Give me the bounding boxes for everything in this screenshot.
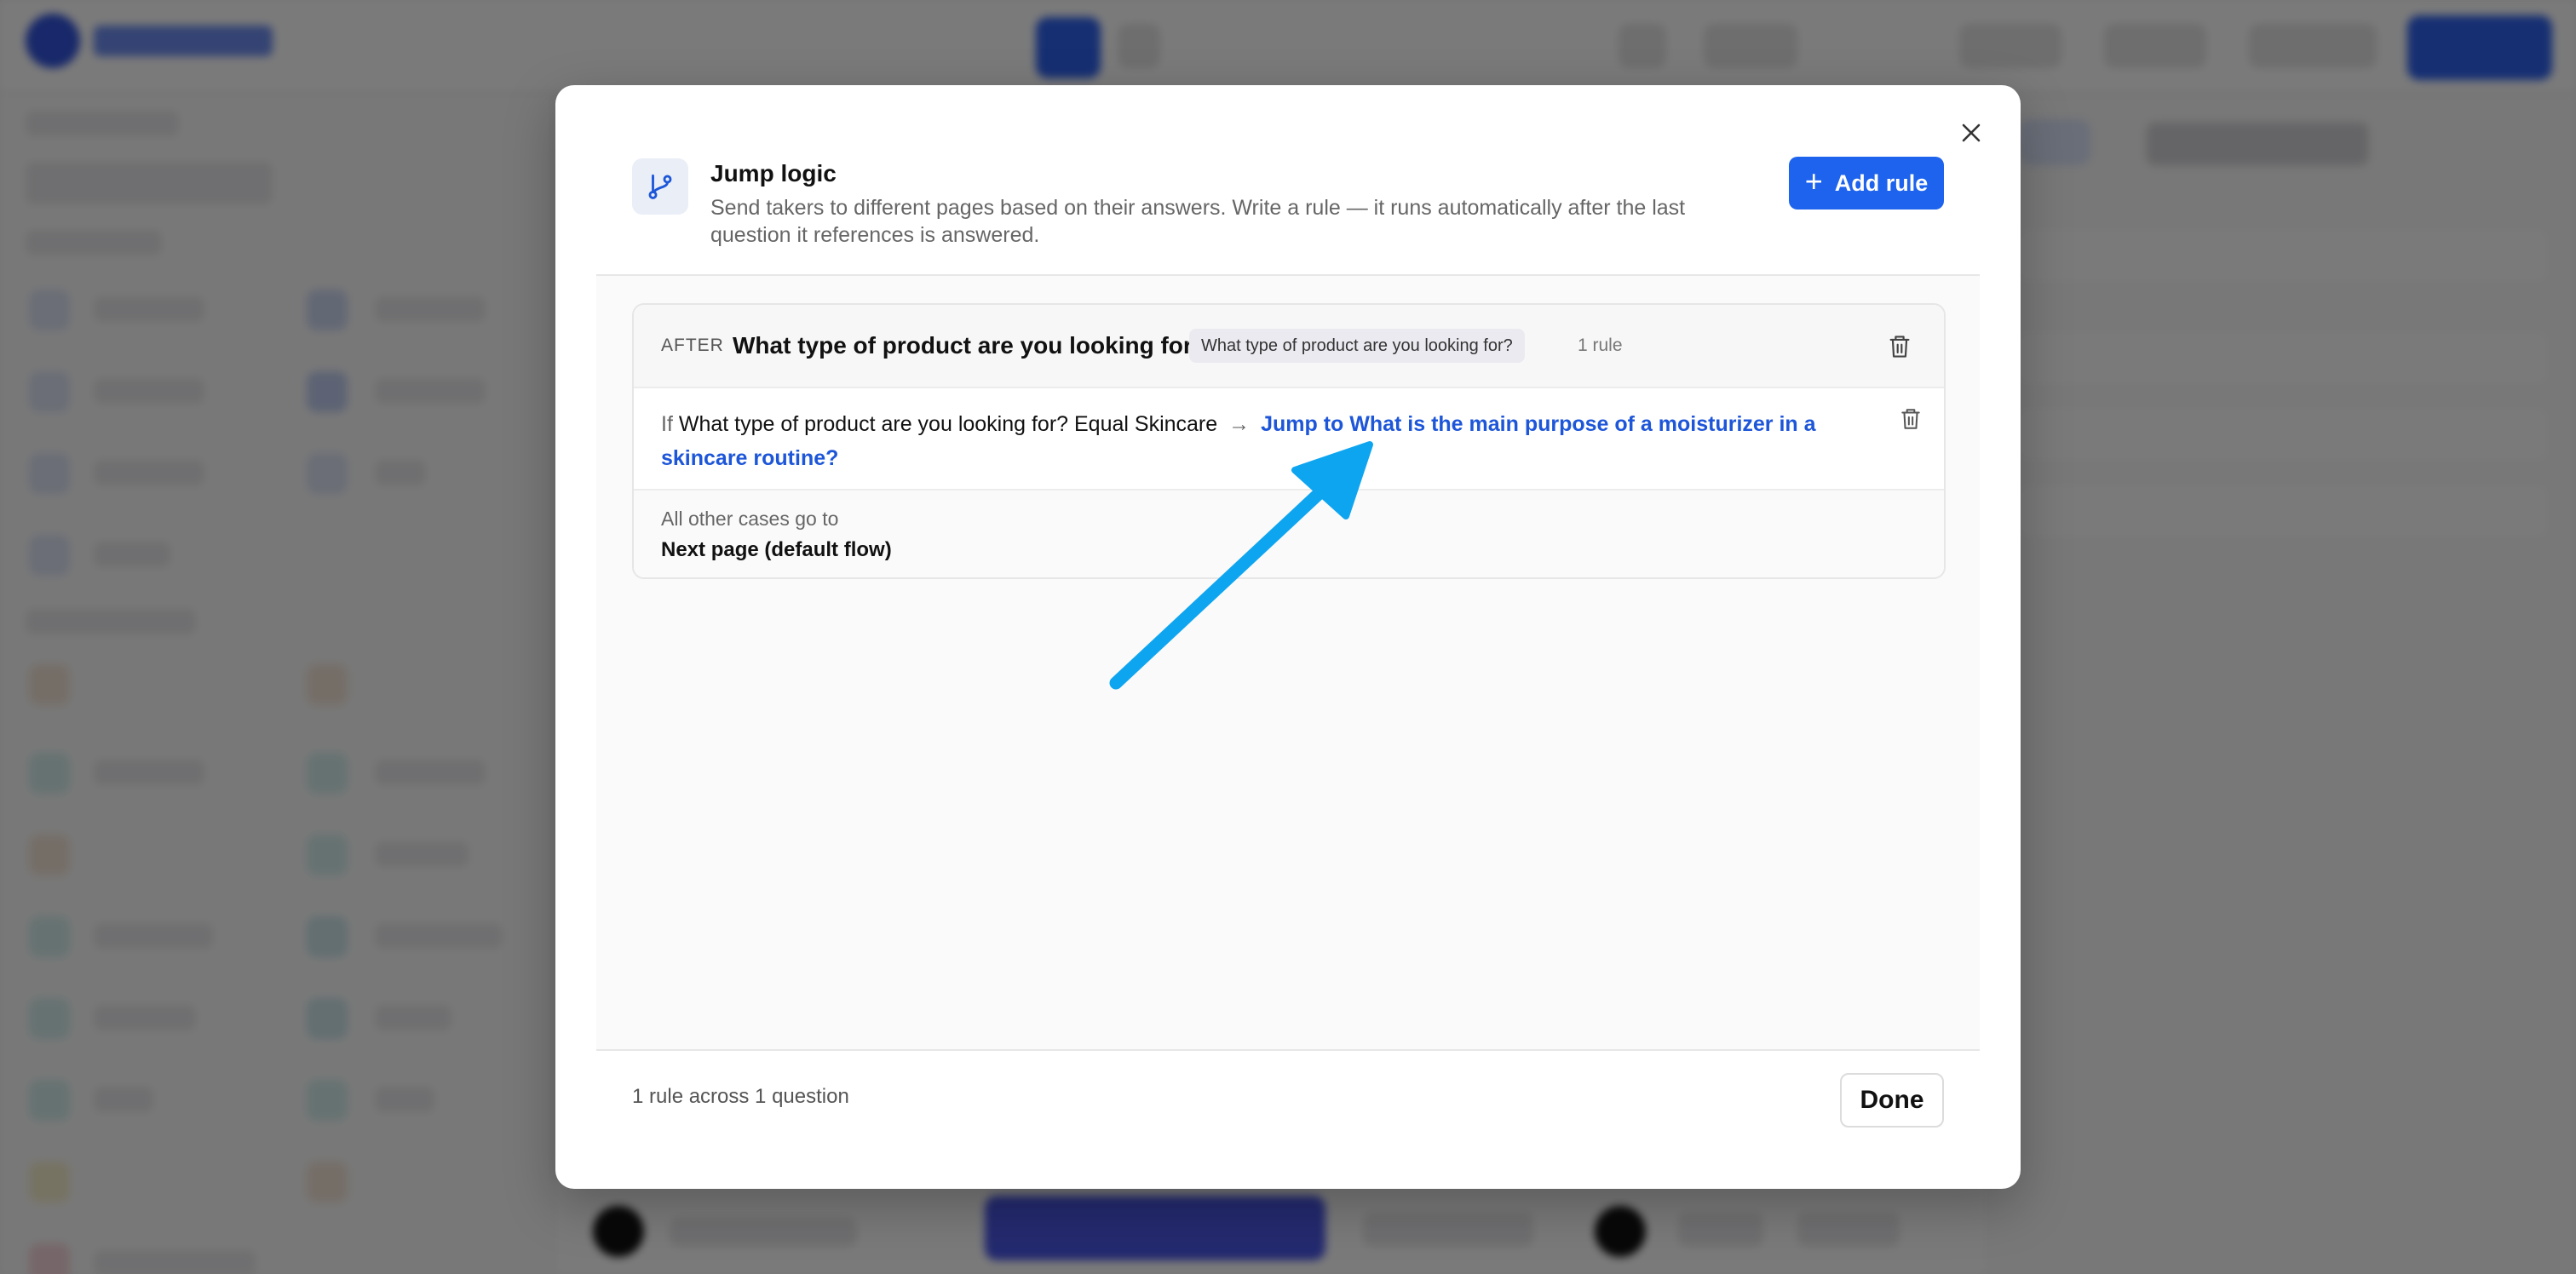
footer-divider [596, 1049, 1980, 1051]
rule-count: 1 rule [1578, 336, 1623, 355]
close-icon [1962, 123, 1981, 142]
default-flow-row: All other cases go to Next page (default… [634, 491, 1944, 577]
rule-condition: What type of product are you looking for… [678, 412, 1218, 436]
rules-summary: 1 rule across 1 question [632, 1085, 849, 1108]
arrow-right-icon: → [1228, 412, 1251, 436]
add-rule-button[interactable]: + Add rule [1789, 157, 1944, 209]
trash-icon [1889, 336, 1910, 358]
branch-icon [632, 158, 688, 215]
question-pill: What type of product are you looking for… [1189, 329, 1525, 363]
after-label: AFTER [661, 336, 724, 355]
rule-row[interactable]: If What type of product are you looking … [634, 388, 1944, 491]
trash-icon [1901, 409, 1920, 429]
plus-icon: + [1804, 164, 1823, 198]
delete-group-button[interactable] [1888, 334, 1912, 364]
close-button[interactable] [1952, 114, 1990, 152]
rule-if-label: If [661, 412, 673, 436]
rule-group-header: AFTER What type of product are you looki… [634, 305, 1944, 388]
modal-description: Send takers to different pages based on … [710, 196, 1686, 247]
modal-header: Jump logic Send takers to different page… [632, 157, 1944, 276]
group-question: What type of product are you looking for… [733, 332, 1207, 359]
delete-rule-button[interactable] [1900, 407, 1922, 435]
default-flow-value: Next page (default flow) [661, 538, 892, 561]
rule-group-card: AFTER What type of product are you looki… [632, 303, 1946, 579]
modal-title: Jump logic [710, 160, 837, 187]
default-flow-label: All other cases go to [661, 508, 839, 530]
add-rule-label: Add rule [1834, 169, 1929, 196]
done-button[interactable]: Done [1840, 1073, 1944, 1128]
rule-text: If What type of product are you looking … [661, 407, 1854, 475]
jump-logic-modal: Jump logic Send takers to different page… [555, 85, 2021, 1189]
